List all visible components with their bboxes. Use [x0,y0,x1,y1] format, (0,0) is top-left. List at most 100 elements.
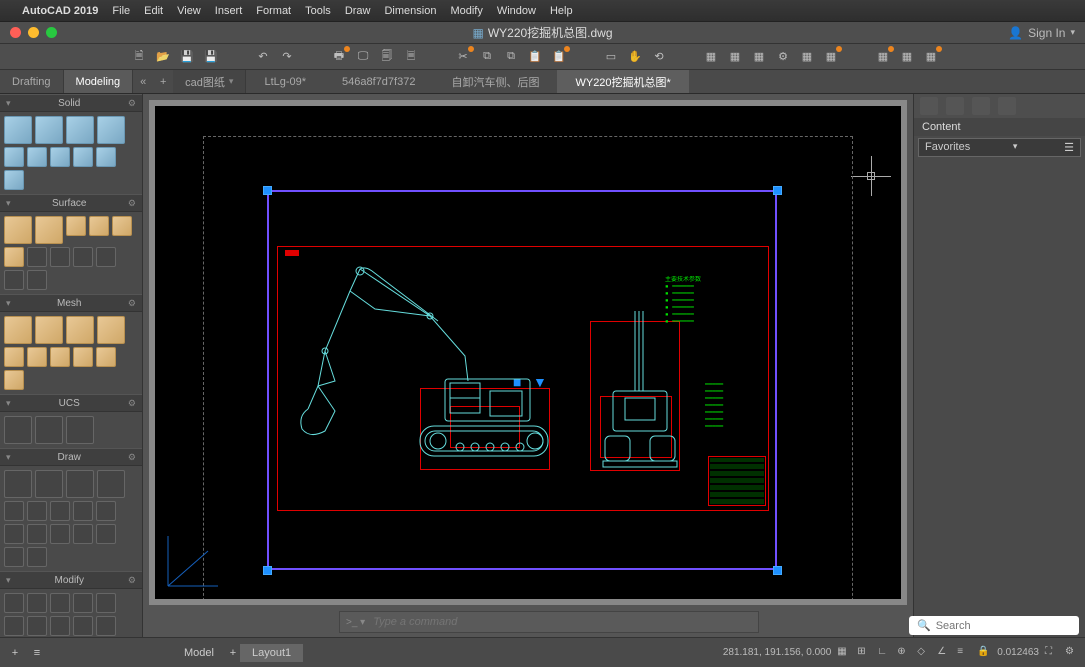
content-tab[interactable] [920,97,938,115]
u2[interactable] [35,416,63,444]
workspace-modeling-tab[interactable]: Modeling [64,70,134,93]
mo8[interactable] [50,616,70,636]
tool3-icon[interactable]: ▦ [750,48,768,66]
match-prop-icon[interactable]: ▭ [602,48,620,66]
d8[interactable] [50,524,70,544]
saveas-icon[interactable]: 💾 [202,48,220,66]
lwt-icon[interactable]: ≡ [957,646,971,660]
panel-solid-header[interactable]: ▾Solid⚙ [0,94,142,112]
m4[interactable] [97,316,125,344]
mo4[interactable] [73,593,93,613]
close-window-button[interactable] [10,27,21,38]
layout-menu-icon[interactable]: ≡ [30,646,44,660]
gear-icon[interactable]: ⚙ [128,452,136,463]
copyclip-icon[interactable]: ⧉ [502,48,520,66]
menu-modify[interactable]: Modify [450,5,482,17]
gear-icon[interactable]: ⚙ [128,575,136,586]
layout1-tab[interactable]: Layout1 [240,644,303,662]
ortho-icon[interactable]: ∟ [877,646,891,660]
line-tool[interactable] [4,470,32,498]
gear-icon[interactable]: ⚙ [128,198,136,209]
otrack-icon[interactable]: ∠ [937,646,951,660]
new-icon[interactable]: 🗎 [130,48,148,66]
m9[interactable] [96,347,116,367]
layer-dropdown[interactable]: cad图纸 ▾ [173,70,246,93]
undo-icon[interactable]: ↶ [254,48,272,66]
add-layout-icon[interactable]: + [8,646,22,660]
m10[interactable] [4,370,24,390]
d6[interactable] [4,524,24,544]
snap-icon[interactable]: ⊞ [857,646,871,660]
d11[interactable] [4,547,24,567]
menu-tools[interactable]: Tools [305,5,331,17]
s2[interactable] [27,147,47,167]
save-icon[interactable]: 💾 [178,48,196,66]
mo6[interactable] [4,616,24,636]
mo3[interactable] [50,593,70,613]
sign-in-button[interactable]: 👤 Sign In ▾ [1008,26,1075,40]
preview-icon[interactable]: 🖵 [354,48,372,66]
surf2[interactable] [35,216,63,244]
d10[interactable] [96,524,116,544]
panel-surface-header[interactable]: ▾Surface⚙ [0,194,142,212]
d2[interactable] [27,501,47,521]
m8[interactable] [73,347,93,367]
gear-icon[interactable]: ⚙ [128,398,136,409]
tool4-icon[interactable]: ⚙ [774,48,792,66]
menu-draw[interactable]: Draw [345,5,371,17]
su5[interactable] [27,247,47,267]
tool5-icon[interactable]: ▦ [798,48,816,66]
plot-icon[interactable]: 🖶 [330,48,348,66]
palette3-icon[interactable]: ▦ [922,48,940,66]
m2[interactable] [35,316,63,344]
menu-help[interactable]: Help [550,5,573,17]
box-tool[interactable] [4,116,32,144]
polar-icon[interactable]: ⊕ [897,646,911,660]
s3[interactable] [50,147,70,167]
d9[interactable] [73,524,93,544]
lock-icon[interactable]: 🔒 [977,646,991,660]
menu-edit[interactable]: Edit [144,5,163,17]
paste-special-icon[interactable]: 📋 [550,48,568,66]
blocks-tab[interactable] [972,97,990,115]
search-box[interactable]: 🔍 [909,616,1079,635]
tool2-icon[interactable]: ▦ [726,48,744,66]
mo1[interactable] [4,593,24,613]
doc-tab-2[interactable]: 自卸汽车侧、后图 [433,70,557,93]
redo-icon[interactable]: ↷ [278,48,296,66]
open-icon[interactable]: 📂 [154,48,172,66]
panel-mesh-header[interactable]: ▾Mesh⚙ [0,294,142,312]
tool6-icon[interactable]: ▦ [822,48,840,66]
su2[interactable] [89,216,109,236]
d4[interactable] [73,501,93,521]
su7[interactable] [73,247,93,267]
palette1-icon[interactable]: ▦ [874,48,892,66]
s5[interactable] [96,147,116,167]
command-line[interactable]: >_ ▾ [339,611,759,633]
mo7[interactable] [27,616,47,636]
extrude-tool[interactable] [35,116,63,144]
menu-file[interactable]: File [112,5,130,17]
menu-insert[interactable]: Insert [215,5,243,17]
doc-tab-1[interactable]: 546a8f7d7f372 [324,70,433,93]
panel-ucs-header[interactable]: ▾UCS⚙ [0,394,142,412]
palette2-icon[interactable]: ▦ [898,48,916,66]
su8[interactable] [96,247,116,267]
su4[interactable] [4,247,24,267]
pan-icon[interactable]: ✋ [626,48,644,66]
favorites-dropdown[interactable]: Favorites ▾ ☰ [918,138,1081,157]
panel-modify-header[interactable]: ▾Modify⚙ [0,571,142,589]
menu-dimension[interactable]: Dimension [384,5,436,17]
publish-icon[interactable]: 🗐 [378,48,396,66]
menu-window[interactable]: Window [497,5,536,17]
m5[interactable] [4,347,24,367]
drawing-canvas[interactable]: ■ ▼ 主要技术参数▪ ━━━━━━▪ ━━━━━━▪ ━━━━━━▪ ━━━━… [149,100,907,605]
orbit-icon[interactable]: ⟲ [650,48,668,66]
workspace-drafting-tab[interactable]: Drafting [0,70,64,93]
u1[interactable] [4,416,32,444]
copy-icon[interactable]: ⧉ [478,48,496,66]
revolve-tool[interactable] [97,116,125,144]
circle-tool[interactable] [35,470,63,498]
mo2[interactable] [27,593,47,613]
d3[interactable] [50,501,70,521]
